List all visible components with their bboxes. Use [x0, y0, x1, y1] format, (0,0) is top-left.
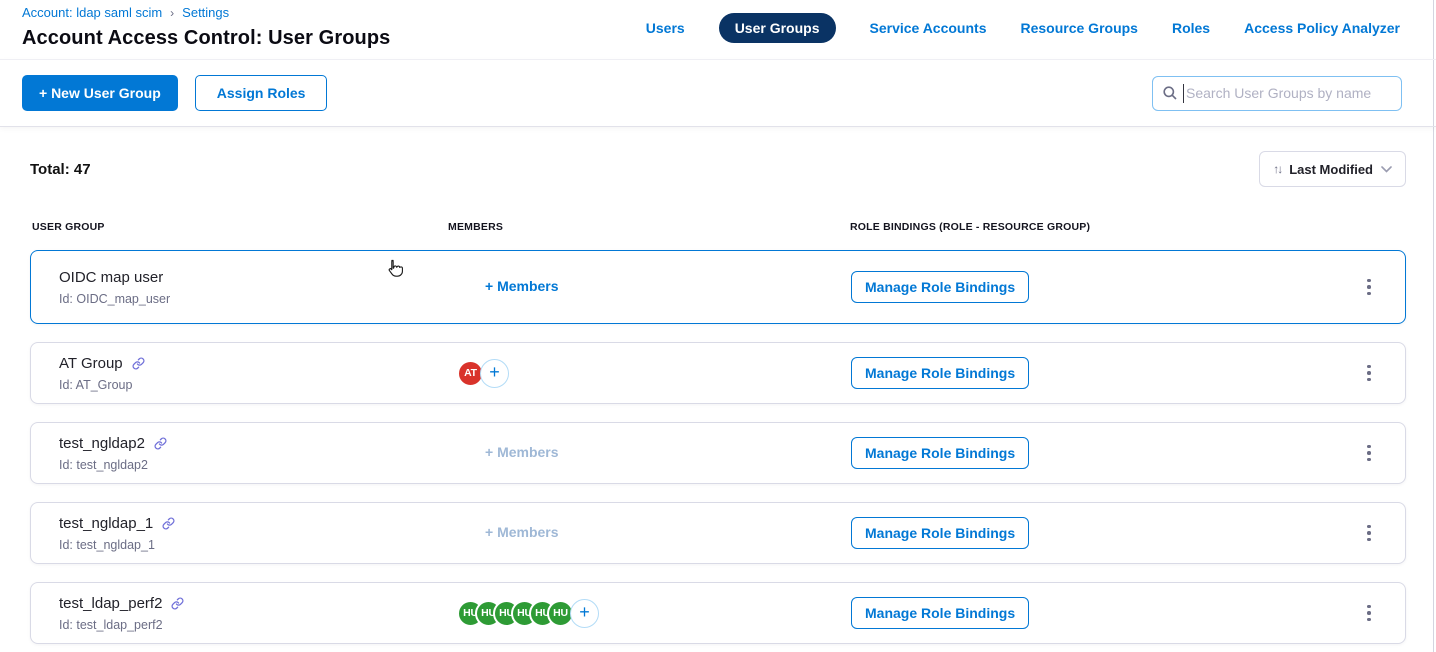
page-title: Account Access Control: User Groups	[22, 27, 390, 50]
breadcrumb-settings[interactable]: Settings	[182, 5, 229, 20]
column-header-user-group: USER GROUP	[32, 221, 448, 233]
add-members-link[interactable]: + Members	[485, 278, 559, 294]
add-member-button[interactable]: +	[570, 599, 599, 628]
search-box	[1152, 76, 1402, 111]
table-row[interactable]: AT Group Id: AT_Group AT + Mana	[30, 342, 1406, 404]
user-group-cell: test_ldap_perf2 Id: test_ldap_perf2	[59, 595, 449, 632]
manage-role-bindings-button[interactable]: Manage Role Bindings	[851, 357, 1029, 389]
page-header: Account: ldap saml scim › Settings Accou…	[0, 0, 1436, 59]
members-cell: + Members	[449, 278, 851, 296]
user-group-id: Id: test_ldap_perf2	[59, 618, 449, 632]
role-bindings-cell: Manage Role Bindings	[851, 357, 1333, 389]
header-left: Account: ldap saml scim › Settings Accou…	[22, 5, 390, 50]
add-members-link[interactable]: + Members	[485, 524, 559, 540]
user-group-name: OIDC map user	[59, 269, 163, 286]
breadcrumb-account[interactable]: Account: ldap saml scim	[22, 5, 162, 20]
table-row[interactable]: test_ldap_perf2 Id: test_ldap_perf2 HU H…	[30, 582, 1406, 644]
members-cell: + Members	[449, 444, 851, 462]
user-group-id: Id: OIDC_map_user	[59, 292, 449, 306]
user-group-cell: OIDC map user Id: OIDC_map_user	[59, 269, 449, 306]
row-menu-icon[interactable]	[1361, 519, 1377, 548]
user-group-cell: test_ngldap_1 Id: test_ngldap_1	[59, 515, 449, 552]
external-link-icon	[171, 597, 184, 610]
manage-role-bindings-button[interactable]: Manage Role Bindings	[851, 517, 1029, 549]
search-icon	[1162, 85, 1178, 106]
user-group-cell: AT Group Id: AT_Group	[59, 355, 449, 392]
member-avatars: AT +	[457, 359, 851, 388]
role-bindings-cell: Manage Role Bindings	[851, 271, 1333, 303]
tab-users[interactable]: Users	[646, 20, 685, 36]
search-input[interactable]	[1152, 76, 1402, 111]
table-row[interactable]: test_ngldap_1 Id: test_ngldap_1 + Member…	[30, 502, 1406, 564]
external-link-icon	[132, 357, 145, 370]
members-cell: + Members	[449, 524, 851, 542]
role-bindings-cell: Manage Role Bindings	[851, 597, 1333, 629]
manage-role-bindings-button[interactable]: Manage Role Bindings	[851, 437, 1029, 469]
user-group-name: test_ngldap2	[59, 435, 145, 452]
row-menu-icon[interactable]	[1361, 599, 1377, 628]
sort-dropdown-label: Last Modified	[1289, 162, 1373, 177]
new-user-group-button[interactable]: + New User Group	[22, 75, 178, 111]
sort-arrows-icon: ↑↓	[1273, 162, 1281, 176]
sort-dropdown[interactable]: ↑↓ Last Modified	[1259, 151, 1406, 187]
member-avatars: HU HU HU HU HU HU +	[457, 599, 851, 628]
members-cell: AT +	[449, 359, 851, 388]
row-menu-icon[interactable]	[1361, 359, 1377, 388]
column-header-actions	[1334, 221, 1406, 233]
text-caret	[1183, 84, 1184, 103]
tab-access-policy-analyzer[interactable]: Access Policy Analyzer	[1244, 20, 1400, 36]
assign-roles-button[interactable]: Assign Roles	[195, 75, 328, 111]
user-group-name: test_ngldap_1	[59, 515, 153, 532]
toolbar: + New User Group Assign Roles	[0, 59, 1436, 127]
total-count: Total: 47	[30, 161, 91, 178]
user-group-name: test_ldap_perf2	[59, 595, 162, 612]
chevron-down-icon	[1381, 160, 1392, 178]
tab-service-accounts[interactable]: Service Accounts	[870, 20, 987, 36]
list-meta-row: Total: 47 ↑↓ Last Modified	[30, 151, 1406, 187]
user-group-rows: OIDC map user Id: OIDC_map_user + Member…	[30, 250, 1406, 652]
user-group-id: Id: AT_Group	[59, 378, 449, 392]
user-group-cell: test_ngldap2 Id: test_ngldap2	[59, 435, 449, 472]
role-bindings-cell: Manage Role Bindings	[851, 437, 1333, 469]
breadcrumb: Account: ldap saml scim › Settings	[22, 5, 390, 20]
user-group-id: Id: test_ngldap2	[59, 458, 449, 472]
manage-role-bindings-button[interactable]: Manage Role Bindings	[851, 271, 1029, 303]
tab-user-groups[interactable]: User Groups	[719, 13, 836, 43]
user-group-id: Id: test_ngldap_1	[59, 538, 449, 552]
external-link-icon	[162, 517, 175, 530]
add-members-link[interactable]: + Members	[485, 444, 559, 460]
access-control-nav: Users User Groups Service Accounts Resou…	[646, 13, 1400, 43]
row-menu-icon[interactable]	[1361, 439, 1377, 468]
column-header-members: MEMBERS	[448, 221, 850, 233]
user-group-name: AT Group	[59, 355, 123, 372]
user-groups-list-section: Total: 47 ↑↓ Last Modified USER GROUP ME…	[0, 127, 1436, 652]
members-cell: HU HU HU HU HU HU +	[449, 599, 851, 628]
table-row[interactable]: test_ngldap2 Id: test_ngldap2 + Members …	[30, 422, 1406, 484]
table-header-row: USER GROUP MEMBERS ROLE BINDINGS (ROLE -…	[30, 221, 1406, 233]
tab-resource-groups[interactable]: Resource Groups	[1020, 20, 1137, 36]
manage-role-bindings-button[interactable]: Manage Role Bindings	[851, 597, 1029, 629]
table-row[interactable]: OIDC map user Id: OIDC_map_user + Member…	[30, 250, 1406, 324]
tab-roles[interactable]: Roles	[1172, 20, 1210, 36]
row-menu-icon[interactable]	[1361, 273, 1377, 302]
column-header-role-bindings: ROLE BINDINGS (ROLE - RESOURCE GROUP)	[850, 221, 1334, 233]
external-link-icon	[154, 437, 167, 450]
role-bindings-cell: Manage Role Bindings	[851, 517, 1333, 549]
add-member-button[interactable]: +	[480, 359, 509, 388]
breadcrumb-separator: ›	[170, 6, 174, 20]
